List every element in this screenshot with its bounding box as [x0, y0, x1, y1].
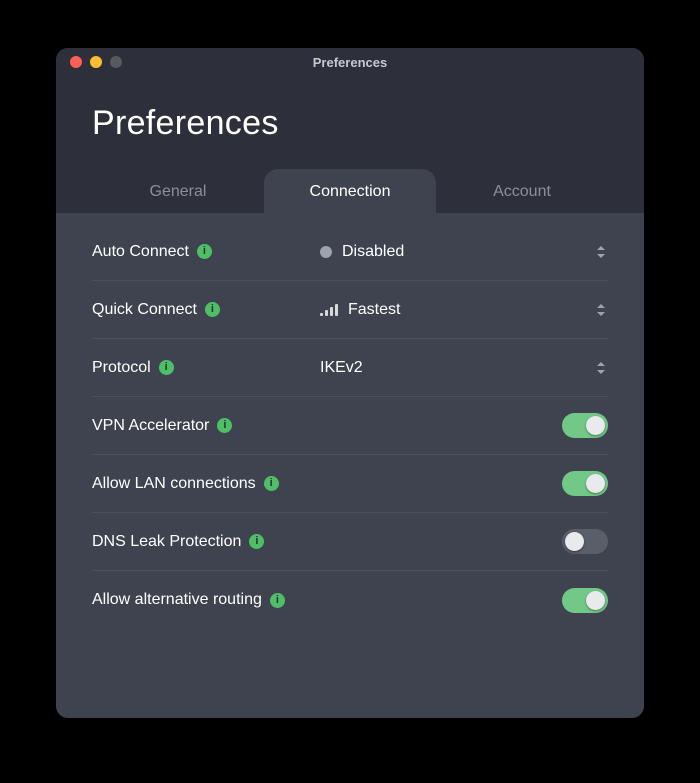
info-icon[interactable]	[217, 418, 232, 433]
tab-connection[interactable]: Connection	[264, 169, 436, 213]
page-title: Preferences	[92, 104, 608, 169]
auto-connect-label: Auto Connect	[92, 243, 189, 261]
titlebar: Preferences	[56, 48, 644, 76]
tab-bar: General Connection Account	[92, 169, 608, 213]
signal-bars-icon	[320, 303, 338, 316]
zoom-window-button[interactable]	[110, 56, 122, 68]
auto-connect-value: Disabled	[342, 243, 404, 261]
header: Preferences General Connection Account	[56, 76, 644, 213]
row-protocol: Protocol IKEv2	[92, 339, 608, 397]
close-window-button[interactable]	[70, 56, 82, 68]
allow-lan-toggle[interactable]	[562, 471, 608, 496]
info-icon[interactable]	[249, 534, 264, 549]
quick-connect-label: Quick Connect	[92, 301, 197, 319]
info-icon[interactable]	[159, 360, 174, 375]
info-icon[interactable]	[197, 244, 212, 259]
vpn-accelerator-toggle[interactable]	[562, 413, 608, 438]
preferences-window: Preferences Preferences General Connecti…	[56, 48, 644, 718]
traffic-lights	[56, 56, 122, 68]
chevron-updown-icon	[594, 246, 608, 258]
tab-account[interactable]: Account	[436, 169, 608, 213]
quick-connect-value: Fastest	[348, 301, 400, 319]
tab-label: Account	[493, 183, 551, 200]
chevron-updown-icon	[594, 304, 608, 316]
tab-label: Connection	[310, 183, 391, 200]
row-dns-leak: DNS Leak Protection	[92, 513, 608, 571]
info-icon[interactable]	[270, 593, 285, 608]
row-vpn-accelerator: VPN Accelerator	[92, 397, 608, 455]
allow-lan-label: Allow LAN connections	[92, 475, 256, 493]
alt-routing-label: Allow alternative routing	[92, 591, 262, 609]
disabled-dot-icon	[320, 246, 332, 258]
protocol-dropdown[interactable]: IKEv2	[320, 359, 608, 377]
minimize-window-button[interactable]	[90, 56, 102, 68]
quick-connect-dropdown[interactable]: Fastest	[320, 301, 608, 319]
tab-label: General	[150, 183, 207, 200]
auto-connect-dropdown[interactable]: Disabled	[320, 243, 608, 261]
vpn-accelerator-label: VPN Accelerator	[92, 417, 209, 435]
info-icon[interactable]	[205, 302, 220, 317]
alt-routing-toggle[interactable]	[562, 588, 608, 613]
chevron-updown-icon	[594, 362, 608, 374]
window-title: Preferences	[56, 55, 644, 70]
protocol-label: Protocol	[92, 359, 151, 377]
protocol-value: IKEv2	[320, 359, 363, 377]
row-quick-connect: Quick Connect Fastest	[92, 281, 608, 339]
dns-leak-toggle[interactable]	[562, 529, 608, 554]
tab-general[interactable]: General	[92, 169, 264, 213]
row-auto-connect: Auto Connect Disabled	[92, 223, 608, 281]
dns-leak-label: DNS Leak Protection	[92, 533, 241, 551]
row-alt-routing: Allow alternative routing	[92, 571, 608, 629]
settings-list: Auto Connect Disabled Quick Connect	[56, 213, 644, 718]
info-icon[interactable]	[264, 476, 279, 491]
row-allow-lan: Allow LAN connections	[92, 455, 608, 513]
